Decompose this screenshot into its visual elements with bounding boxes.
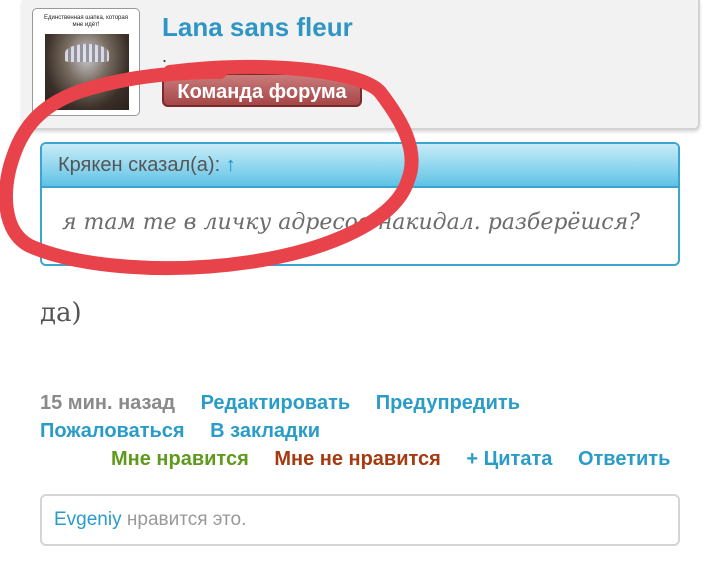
avatar-caption: Единственная шапка, которая мне идёт! xyxy=(44,15,128,28)
reply-button[interactable]: Ответить xyxy=(578,448,670,470)
author-card: Единственная шапка, которая мне идёт! La… xyxy=(22,0,700,130)
dislike-button[interactable]: Мне не нравится xyxy=(274,448,441,470)
likes-box: Evgeniy нравится это. xyxy=(40,494,680,546)
author-name-link[interactable]: Lana sans fleur xyxy=(162,12,353,43)
post-actions-row-3: Мне нравится Мне не нравится + Цитата От… xyxy=(111,448,670,471)
edit-link[interactable]: Редактировать xyxy=(201,392,351,414)
warn-link[interactable]: Предупредить xyxy=(376,392,520,414)
bookmark-link[interactable]: В закладки xyxy=(210,420,320,442)
quote-source-arrow-icon[interactable]: ↑ xyxy=(226,154,236,176)
team-badge: Команда форума xyxy=(162,73,362,107)
quote-box: Крякен сказал(а): ↑ я там те в личку адр… xyxy=(40,142,680,266)
post-timestamp: 15 мин. назад xyxy=(40,392,176,414)
quote-text: я там те в личку адресов накидал. разбер… xyxy=(62,210,640,235)
report-link[interactable]: Пожаловаться xyxy=(40,420,185,442)
avatar[interactable]: Единственная шапка, которая мне идёт! xyxy=(32,8,140,116)
likes-text: нравится это. xyxy=(126,509,247,530)
post-actions-row-2: Пожаловаться В закладки xyxy=(40,420,320,443)
author-status: . xyxy=(162,46,168,66)
post-text: да) xyxy=(40,298,82,328)
quote-button[interactable]: + Цитата xyxy=(466,448,552,470)
quote-header: Крякен сказал(а): ↑ xyxy=(42,144,678,188)
like-button[interactable]: Мне нравится xyxy=(111,448,249,470)
quote-author: Крякен сказал(а): xyxy=(58,154,221,176)
avatar-image xyxy=(45,34,129,110)
post-actions-row-1: 15 мин. назад Редактировать Предупредить xyxy=(40,392,520,415)
likes-user-link[interactable]: Evgeniy xyxy=(54,509,122,530)
